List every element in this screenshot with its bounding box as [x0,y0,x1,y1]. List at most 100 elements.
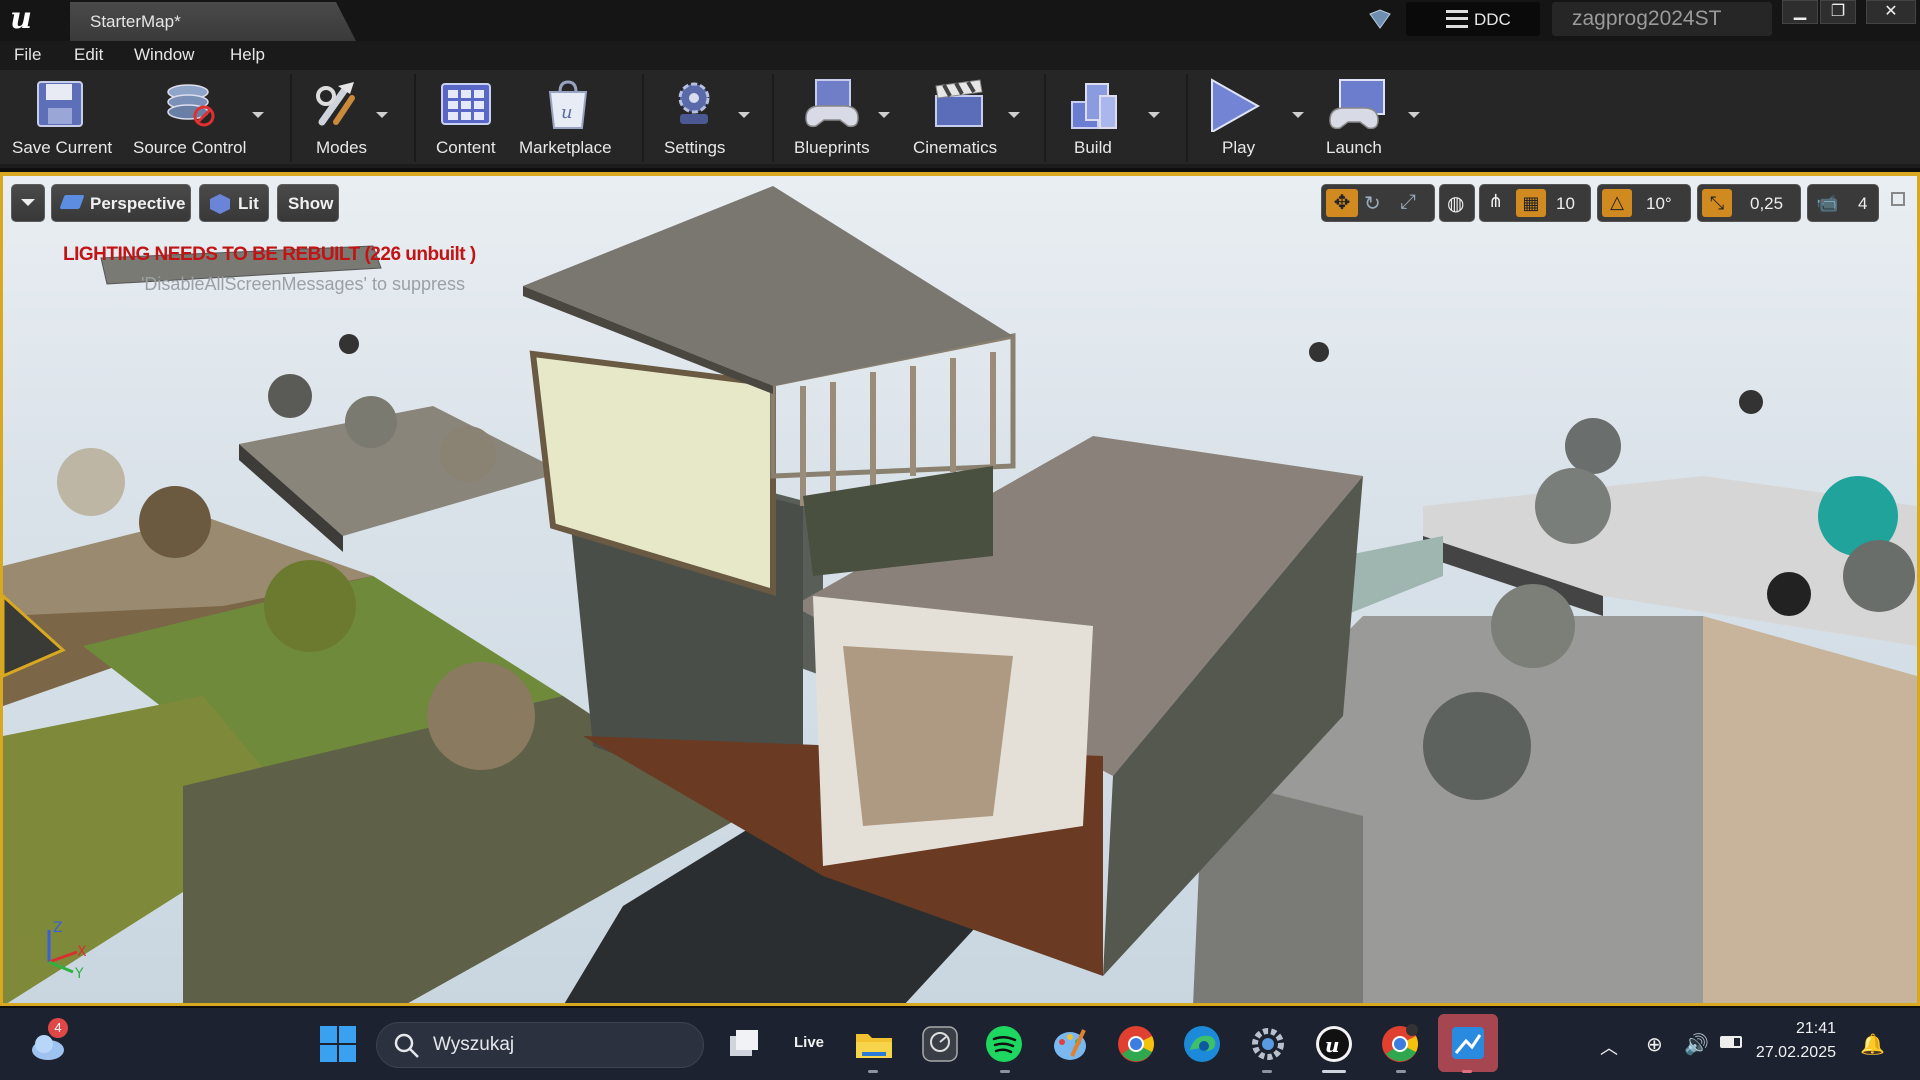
maximize-viewport-icon[interactable] [1891,192,1905,206]
taskbar-search-input[interactable]: Wyszukaj [376,1022,704,1068]
unreal-engine-taskbar-icon[interactable]: u [1314,1024,1354,1064]
chevron-down-icon[interactable] [252,112,264,118]
ddc-button[interactable]: DDC [1406,2,1540,36]
scale-snap-group: ⤡ 0,25 [1697,184,1801,222]
globe-icon: ◍ [1447,193,1465,215]
show-button[interactable]: Show [277,184,339,222]
lit-label: Lit [238,194,259,213]
save-label: Save Current [12,138,113,157]
chevron-down-icon[interactable] [1292,112,1304,118]
show-hidden-icons-chevron-icon[interactable]: ︿ [1600,1034,1618,1060]
save-current-button[interactable]: Save Current [4,74,124,162]
edge-icon[interactable] [1182,1024,1222,1064]
settings-gear-icon[interactable] [1248,1024,1288,1064]
rotation-snap-icon[interactable]: △ [1602,189,1632,217]
file-explorer-icon[interactable] [854,1024,894,1064]
task-view-icon[interactable] [724,1024,764,1064]
settings-label: Settings [664,138,726,157]
running-indicator [1396,1070,1406,1073]
settings-button[interactable]: Settings [652,74,762,162]
paint-icon[interactable] [1050,1024,1090,1064]
build-blocks-icon [1066,78,1126,132]
toolbar-separator [290,74,292,162]
marketplace-button[interactable]: u Marketplace [514,74,626,162]
source-control-button[interactable]: Source Control [130,74,270,162]
live-widget-icon[interactable]: Live [790,1024,830,1064]
content-button[interactable]: Content [424,74,510,162]
cinematics-button[interactable]: Cinematics [910,74,1034,162]
active-app-icon[interactable] [1438,1014,1498,1072]
running-indicator [1000,1070,1010,1073]
weather-icon[interactable]: 4 [28,1018,68,1064]
active-indicator [1462,1070,1472,1073]
menu-help[interactable]: Help [230,45,265,65]
network-icon[interactable] [1368,8,1394,32]
level-tab[interactable]: StarterMap* [70,2,356,41]
clock-time[interactable]: 21:41 [1726,1020,1836,1038]
save-icon [34,78,94,132]
toolbar-separator [414,74,416,162]
chevron-down-icon[interactable] [376,112,388,118]
grid-snap-value[interactable]: 10 [1556,194,1575,214]
launch-monitor-icon [1328,78,1388,132]
world-space-button[interactable]: ◍ [1439,184,1475,222]
chrome-profile-icon[interactable] [1380,1024,1420,1064]
speaker-icon[interactable]: 🔊 [1684,1032,1709,1057]
camera-icon [59,195,85,209]
chevron-down-icon [21,199,35,206]
content-label: Content [436,138,496,157]
axis-gizmo-icon: Z X Y [47,920,87,982]
rotation-snap-value[interactable]: 10° [1646,194,1672,214]
surface-snap-icon[interactable]: ⋔ [1488,191,1503,212]
grid-snap-icon[interactable]: ▦ [1516,189,1546,217]
close-button[interactable]: ✕ [1866,0,1916,24]
show-label: Show [288,194,334,213]
play-icon [1206,78,1266,134]
marketplace-bag-icon: u [542,78,602,132]
scale-snap-icon[interactable]: ⤡ [1702,189,1732,217]
lit-button[interactable]: Lit [199,184,269,222]
chevron-down-icon[interactable] [878,112,890,118]
perspective-button[interactable]: Perspective [51,184,191,222]
modes-button[interactable]: Modes [300,74,400,162]
windows-start-icon[interactable] [318,1024,358,1064]
spotify-icon[interactable] [984,1024,1024,1064]
rotate-icon[interactable]: ↻ [1364,191,1381,216]
play-button[interactable]: Play [1196,74,1306,162]
title-bar: u StarterMap* DDC zagprog2024ST ▁ ❐ ✕ [0,0,1920,41]
menu-edit[interactable]: Edit [74,45,103,65]
chevron-down-icon[interactable] [738,112,750,118]
marketplace-label: Marketplace [519,138,612,157]
camera-speed-button[interactable]: 📹 4 [1807,184,1879,222]
chevron-down-icon[interactable] [1148,112,1160,118]
launch-button[interactable]: Launch [1318,74,1428,162]
menu-window[interactable]: Window [134,45,194,65]
translate-icon[interactable]: ✥ [1326,189,1358,217]
clock-date[interactable]: 27.02.2025 [1726,1044,1836,1062]
ppsspp-icon[interactable] [920,1024,960,1064]
viewport-options-button[interactable] [11,184,45,222]
svg-text:X: X [77,944,87,960]
chevron-down-icon[interactable] [1008,112,1020,118]
build-label: Build [1074,138,1112,157]
menu-file[interactable]: File [14,45,41,65]
svg-text:Z: Z [53,920,63,936]
camera-speed-icon: 📹 [1816,193,1839,213]
scale-snap-value[interactable]: 0,25 [1750,194,1783,214]
build-button[interactable]: Build [1054,74,1164,162]
ddc-icon [1446,10,1468,28]
scene-render[interactable] [3,176,1917,1006]
notification-bell-icon[interactable]: 🔔 [1860,1032,1885,1057]
unreal-logo-icon[interactable]: u [4,2,38,36]
blueprints-button[interactable]: Blueprints [782,74,902,162]
ddc-label: DDC [1474,10,1511,29]
globe-network-icon[interactable]: ⊕ [1646,1032,1663,1057]
minimize-button[interactable]: ▁ [1782,0,1818,24]
main-toolbar: Save Current Source Control Modes Conten… [0,70,1920,168]
chevron-down-icon[interactable] [1408,112,1420,118]
chrome-icon[interactable] [1116,1024,1156,1064]
scale-icon[interactable]: ⤢ [1400,191,1416,214]
level-viewport[interactable]: Perspective Lit Show ✥ ↻ ⤢ ◍ ⋔ ▦ 10 △ 10… [0,172,1920,1006]
running-indicator [1262,1070,1272,1073]
restore-button[interactable]: ❐ [1820,0,1856,24]
